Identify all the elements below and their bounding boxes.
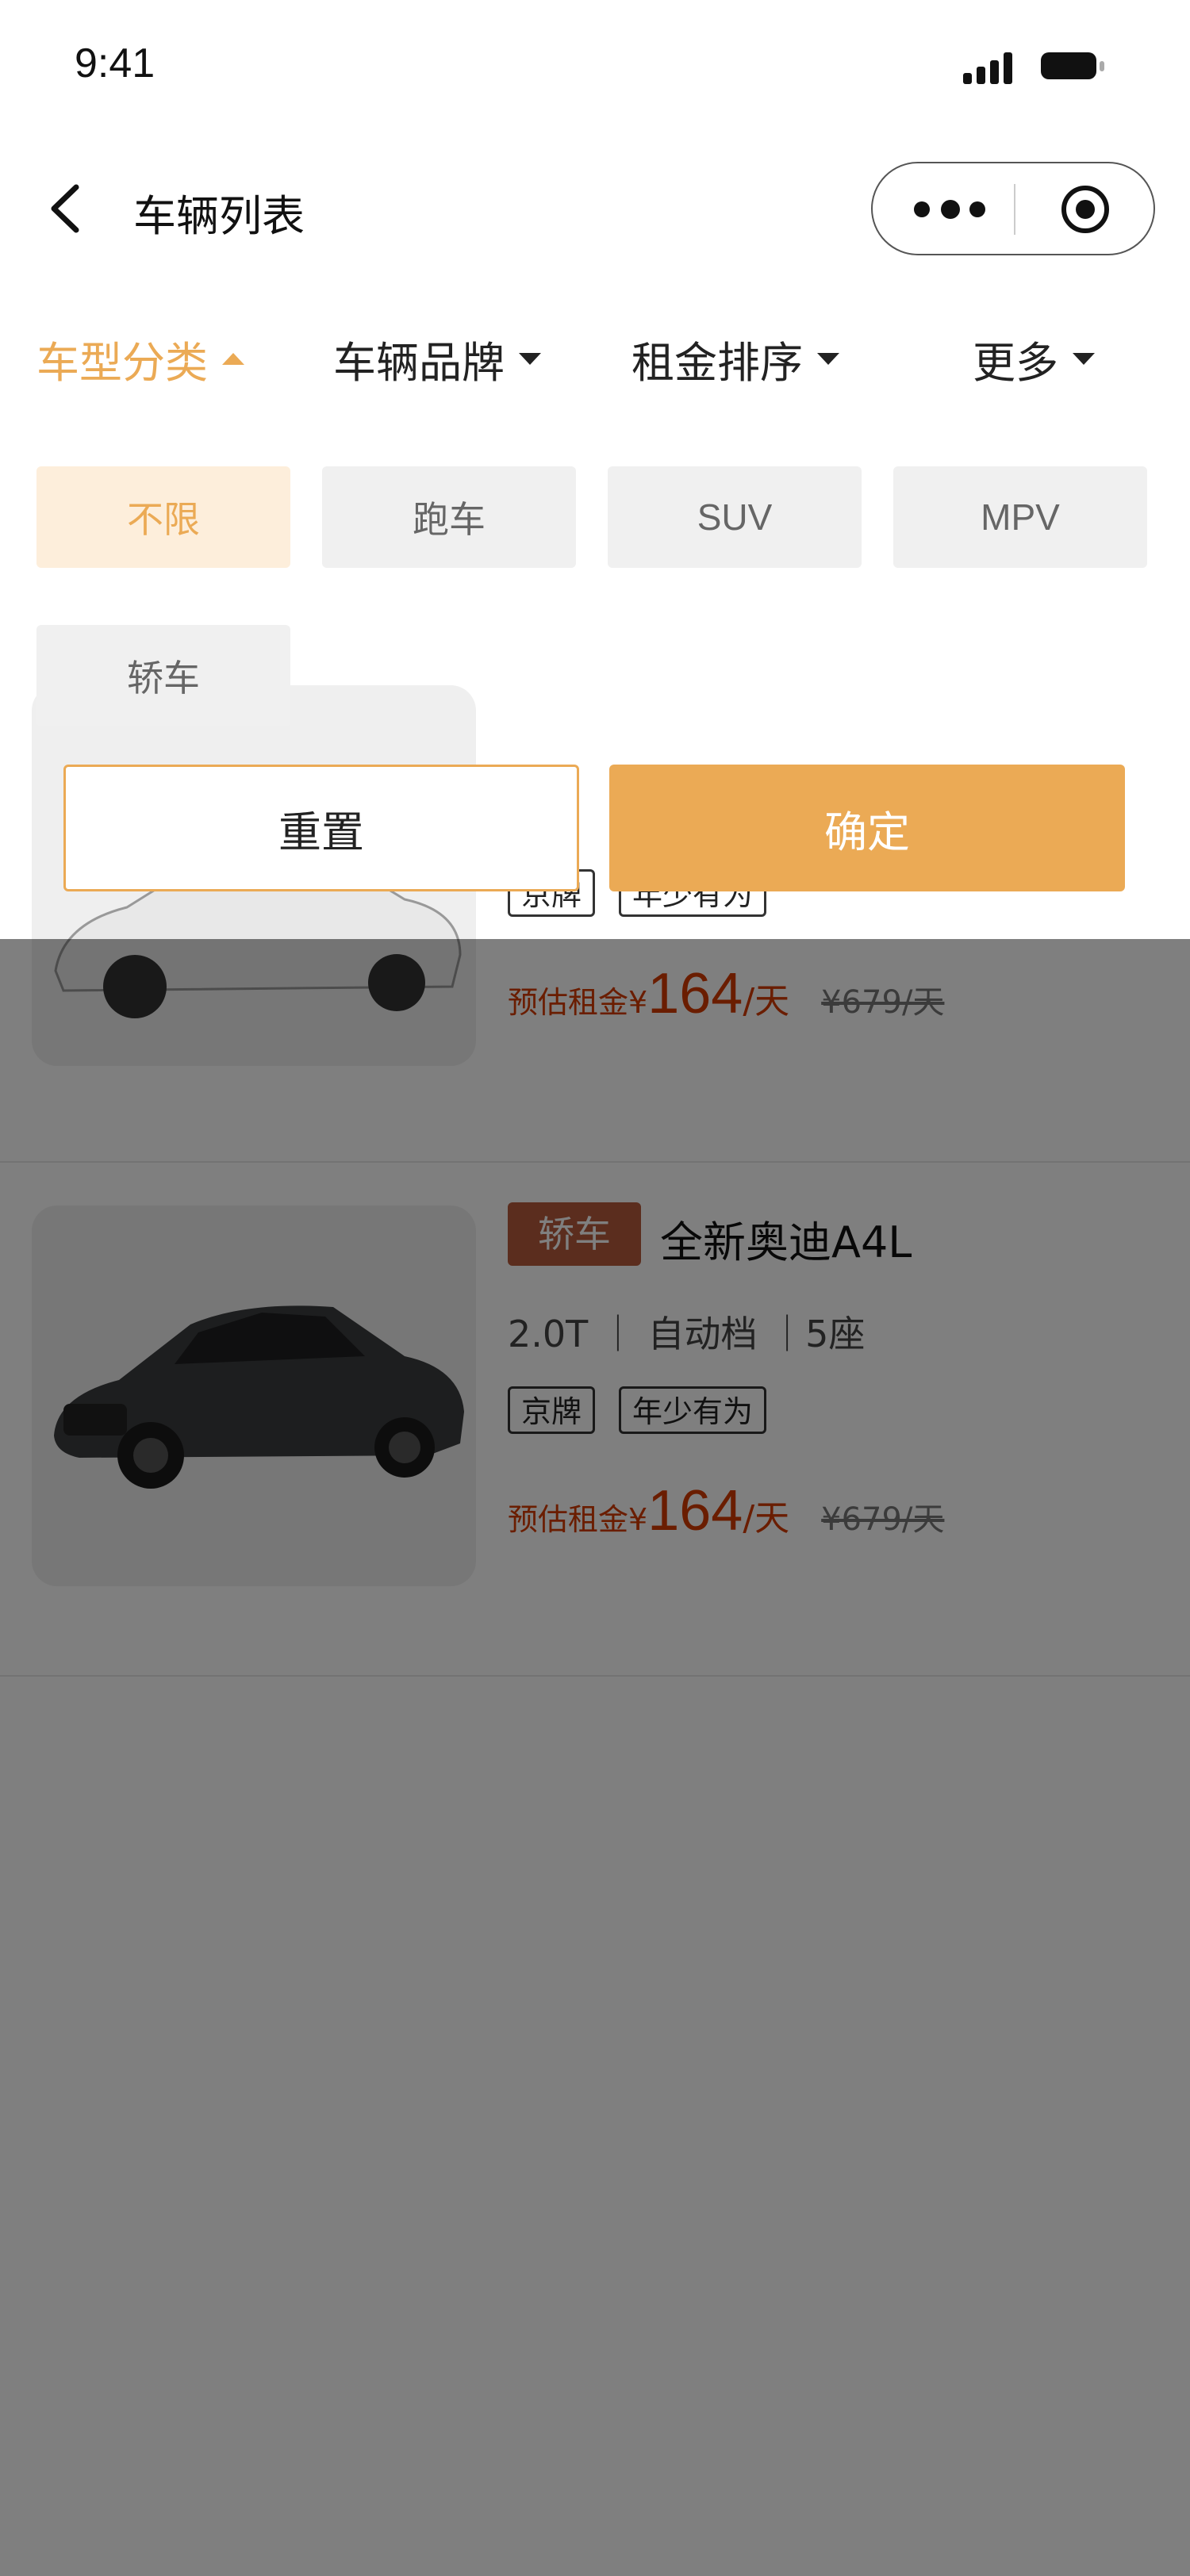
close-miniprogram-icon[interactable] <box>1060 184 1111 235</box>
capsule-divider <box>1014 184 1015 235</box>
tab-brand[interactable]: 车辆品牌 <box>333 327 541 390</box>
page-title: 车辆列表 <box>133 191 305 241</box>
filter-panel: 9:41 车辆列表 车型分类 车辆品牌 租金排序 更多 不限 跑车 SUV MP… <box>0 0 1190 939</box>
type-option-sports[interactable]: 跑车 <box>322 466 576 568</box>
caret-down-icon <box>519 352 541 365</box>
more-icon[interactable] <box>914 200 985 219</box>
type-option-suv[interactable]: SUV <box>608 466 862 568</box>
caret-down-icon <box>817 352 839 365</box>
tab-rent-sort[interactable]: 租金排序 <box>631 327 839 390</box>
signal-icon <box>963 52 1019 84</box>
back-icon[interactable] <box>46 181 86 236</box>
tab-car-type[interactable]: 车型分类 <box>36 327 244 390</box>
caret-down-icon <box>1073 352 1095 365</box>
type-option-unlimited[interactable]: 不限 <box>36 466 290 568</box>
caret-up-icon <box>222 352 244 365</box>
capsule-menu <box>871 162 1155 255</box>
confirm-button[interactable]: 确定 <box>609 765 1125 891</box>
battery-icon <box>1041 52 1104 81</box>
type-option-sedan[interactable]: 轿车 <box>36 625 290 726</box>
type-option-mpv[interactable]: MPV <box>893 466 1147 568</box>
status-time: 9:41 <box>75 40 155 86</box>
mask-overlay[interactable] <box>0 939 1190 2576</box>
tab-more[interactable]: 更多 <box>973 327 1095 390</box>
reset-button[interactable]: 重置 <box>63 765 579 891</box>
